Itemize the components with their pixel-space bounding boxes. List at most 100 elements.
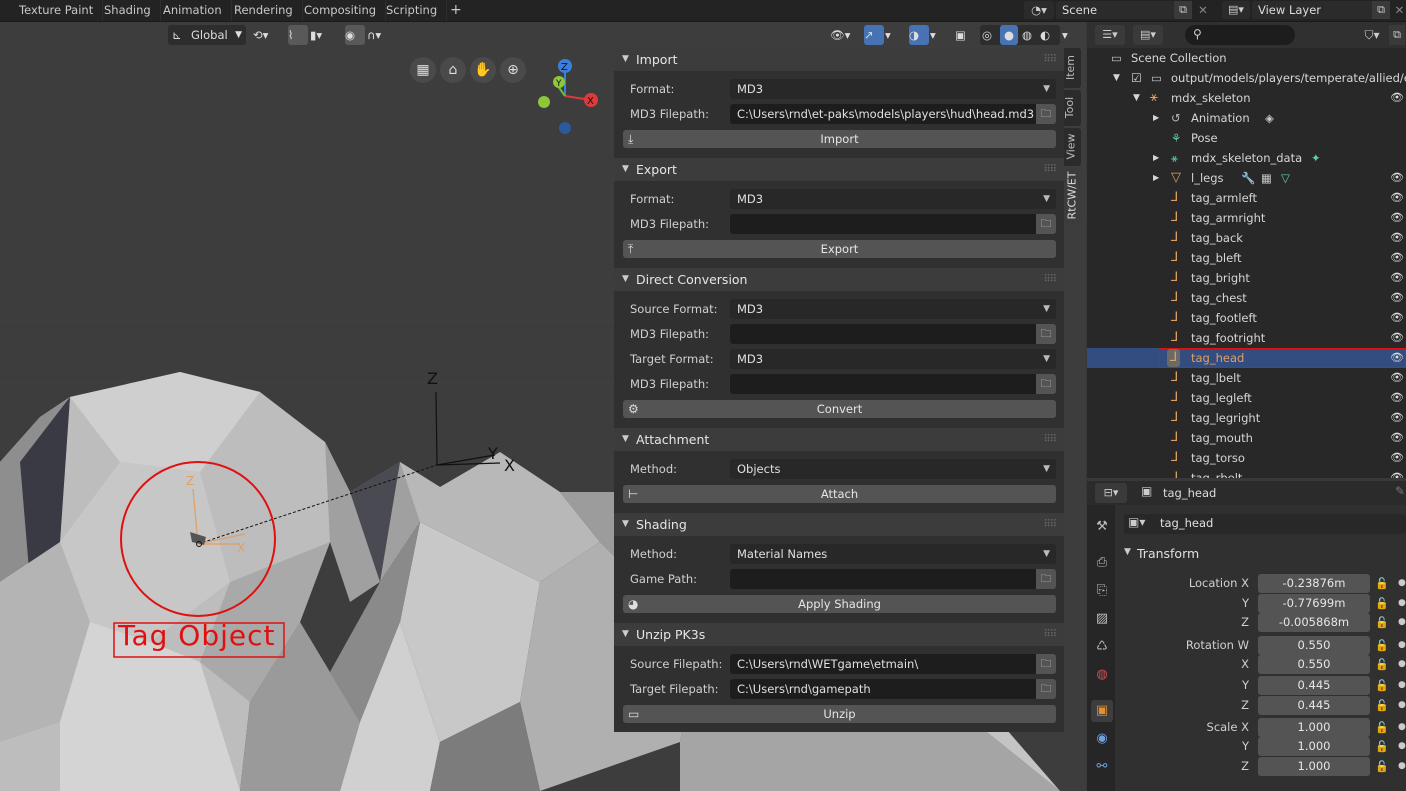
world-properties-icon[interactable]: ◍ [1091, 664, 1113, 686]
physics-properties-icon[interactable]: ◉ [1091, 728, 1113, 750]
overlay-dropdown-icon[interactable]: ▾ [930, 25, 946, 45]
display-mode-icon[interactable]: ▤▾ [1133, 25, 1163, 45]
tab-texture-paint[interactable]: Texture Paint [10, 0, 104, 21]
tab-tool[interactable]: Tool [1063, 90, 1081, 126]
outliner-search-input[interactable]: ⚲ [1185, 25, 1295, 45]
scene-field[interactable]: Scene [1056, 1, 1174, 19]
eye-icon[interactable]: 👁 [1390, 408, 1404, 428]
apply-shading-button[interactable]: ◕ Apply Shading [623, 595, 1056, 613]
rotation-w-field[interactable]: 0.550 [1258, 636, 1370, 655]
target-filepath-field[interactable] [730, 374, 1036, 394]
scene-selector-icon[interactable]: ◔▾ [1024, 1, 1054, 19]
folder-icon[interactable]: 🗀 [1036, 654, 1056, 674]
pivot-point-icon[interactable]: ⟲▾ [253, 25, 283, 45]
tool-settings-icon[interactable]: ⚒ [1091, 516, 1113, 538]
import-filepath-field[interactable]: C:\Users\rnd\et-paks\models\players\hud\… [730, 104, 1036, 124]
lock-icon[interactable]: 🔓 [1375, 757, 1389, 776]
unzip-target-field[interactable]: C:\Users\rnd\gamepath [730, 679, 1036, 699]
source-filepath-field[interactable] [730, 324, 1036, 344]
render-properties-icon[interactable]: ⎙ [1091, 552, 1113, 574]
visibility-icon[interactable]: 👁▾ [830, 25, 860, 45]
close-scene-icon[interactable]: ✕ [1195, 1, 1211, 19]
outliner-item-mdx-skeleton-data[interactable]: ▶ ⚹ mdx_skeleton_data ✦ [1087, 148, 1406, 168]
material-shading-icon[interactable]: ◍ [1022, 25, 1032, 45]
eye-icon[interactable]: 👁 [1390, 348, 1404, 368]
object-properties-icon[interactable]: ▣ [1091, 700, 1113, 722]
outliner-item-tag-armright[interactable]: ⅃ tag_armright 👁 [1087, 208, 1406, 228]
outliner-item-tag-back[interactable]: ⅃ tag_back 👁 [1087, 228, 1406, 248]
target-format-dropdown[interactable]: MD3 ▼ [730, 349, 1056, 369]
scale-x-field[interactable]: 1.000 [1258, 718, 1370, 737]
attach-button[interactable]: ⊢ Attach [623, 485, 1056, 503]
outliner-item-tag-bleft[interactable]: ⅃ tag_bleft 👁 [1087, 248, 1406, 268]
eye-icon[interactable]: 👁 [1390, 288, 1404, 308]
rotation-y-field[interactable]: 0.445 [1258, 676, 1370, 695]
folder-icon[interactable]: 🗀 [1036, 374, 1056, 394]
eye-icon[interactable]: 👁 [1390, 168, 1404, 188]
outliner-item-tag-bright[interactable]: ⅃ tag_bright 👁 [1087, 268, 1406, 288]
keyframe-dot-icon[interactable]: ● [1398, 613, 1406, 632]
location-x-field[interactable]: -0.23876m [1258, 574, 1370, 593]
lock-icon[interactable]: 🔓 [1375, 737, 1389, 756]
outliner-item-tag-chest[interactable]: ⅃ tag_chest 👁 [1087, 288, 1406, 308]
snap-target-icon[interactable]: ▮▾ [310, 25, 338, 45]
outliner-item-tag-mouth[interactable]: ⅃ tag_mouth 👁 [1087, 428, 1406, 448]
location-z-field[interactable]: -0.005868m [1258, 613, 1370, 632]
view-layer-field[interactable]: View Layer [1252, 1, 1374, 19]
solid-shading-icon[interactable]: ● [1000, 25, 1018, 45]
outliner-item-tag-legleft[interactable]: ⅃ tag_legleft 👁 [1087, 388, 1406, 408]
view-layer-icon[interactable]: ▤▾ [1222, 1, 1250, 19]
snap-toggle-icon[interactable]: ⌇ [288, 25, 308, 45]
eye-icon[interactable]: 👁 [1390, 368, 1404, 388]
lock-icon[interactable]: 🔓 [1375, 676, 1389, 695]
folder-icon[interactable]: 🗀 [1036, 214, 1056, 234]
outliner-item-tag-head[interactable]: ⅃ tag_head 👁 [1087, 348, 1406, 368]
view-layer-properties-icon[interactable]: ▨ [1091, 608, 1113, 630]
keyframe-dot-icon[interactable]: ● [1398, 594, 1406, 613]
keyframe-dot-icon[interactable]: ● [1398, 757, 1406, 776]
scene-properties-icon[interactable]: ♺ [1091, 636, 1113, 658]
gizmo-dropdown-icon[interactable]: ▾ [885, 25, 901, 45]
unzip-button[interactable]: ▭ Unzip [623, 705, 1056, 723]
transform-panel-header[interactable]: ▼ Transform [1117, 544, 1406, 566]
outliner-item-tag-footleft[interactable]: ⅃ tag_footleft 👁 [1087, 308, 1406, 328]
navigation-gizmo[interactable]: Z X Y [525, 52, 605, 142]
location-y-field[interactable]: -0.77699m [1258, 594, 1370, 613]
collection-row[interactable]: ▼ ☑ ▭ output/models/players/temperate/al… [1087, 68, 1406, 88]
rotation-z-field[interactable]: 0.445 [1258, 696, 1370, 715]
lock-icon[interactable]: 🔓 [1375, 655, 1389, 674]
shading-dropdown-icon[interactable]: ▾ [1062, 25, 1076, 45]
tab-animation[interactable]: Animation [154, 0, 232, 21]
eye-icon[interactable]: 👁 [1390, 428, 1404, 448]
panel-direct-conversion-header[interactable]: ▼ Direct Conversion ⠿⠿ [614, 268, 1064, 291]
drag-grip-icon[interactable]: ⠿⠿ [1043, 623, 1057, 646]
drag-grip-icon[interactable]: ⠿⠿ [1043, 428, 1057, 451]
game-path-field[interactable] [730, 569, 1036, 589]
tab-rendering[interactable]: Rendering [225, 0, 303, 21]
expand-triangle-icon[interactable]: ▼ [1133, 88, 1140, 108]
expand-triangle-icon[interactable]: ▼ [1113, 68, 1120, 88]
lock-icon[interactable]: 🔓 [1375, 696, 1389, 715]
transform-orientation-dropdown[interactable]: ⊾ Global ▼ [168, 25, 246, 45]
eye-icon[interactable]: 👁 [1390, 388, 1404, 408]
keyframe-dot-icon[interactable]: ● [1398, 574, 1406, 593]
folder-icon[interactable]: 🗀 [1036, 569, 1056, 589]
lock-icon[interactable]: 🔓 [1375, 574, 1389, 593]
new-collection-icon[interactable]: ⧉ [1389, 25, 1405, 45]
outliner-item-tag-rbelt[interactable]: ⅃ tag_rbelt 👁 [1087, 468, 1406, 478]
lock-icon[interactable]: 🔓 [1375, 636, 1389, 655]
keyframe-dot-icon[interactable]: ● [1398, 696, 1406, 715]
unzip-source-field[interactable]: C:\Users\rnd\WETgame\etmain\ [730, 654, 1036, 674]
gizmo-toggle-icon[interactable]: ↗ [864, 25, 884, 45]
copy-scene-icon[interactable]: ⧉ [1174, 1, 1192, 19]
wireframe-shading-icon[interactable]: ◎ [982, 25, 992, 45]
import-format-dropdown[interactable]: MD3 ▼ [730, 79, 1056, 99]
drag-grip-icon[interactable]: ⠿⠿ [1043, 48, 1057, 71]
panel-import-header[interactable]: ▼ Import ⠿⠿ [614, 48, 1064, 71]
import-button[interactable]: ⤓ Import [623, 130, 1056, 148]
lock-icon[interactable]: 🔓 [1375, 613, 1389, 632]
output-properties-icon[interactable]: ⎘ [1091, 580, 1113, 602]
editor-type-icon[interactable]: ⊟▾ [1095, 483, 1127, 503]
outliner-item-mdx-skeleton[interactable]: ▼ ⚹ mdx_skeleton 👁 [1087, 88, 1406, 108]
pin-icon[interactable]: ✎ [1395, 484, 1405, 498]
